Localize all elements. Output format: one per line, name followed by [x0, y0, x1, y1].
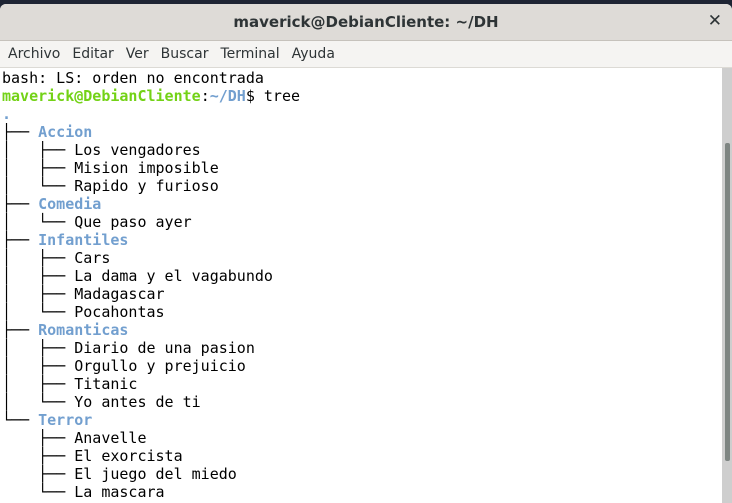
window-title: maverick@DebianCliente: ~/DH	[233, 13, 499, 31]
tree-branch: ├──	[2, 447, 75, 465]
tree-file: ├── El exorcista	[2, 447, 722, 465]
file-name: La dama y el vagabundo	[74, 267, 273, 285]
tree-file: │ ├── Mision imposible	[2, 159, 722, 177]
tree-branch: └──	[2, 411, 39, 429]
tree-branch: │ ├──	[2, 159, 75, 177]
terminal-output[interactable]: bash: LS: orden no encontrada maverick@D…	[0, 68, 722, 501]
file-name: Diario de una pasion	[74, 339, 255, 357]
tree-branch: │ └──	[2, 213, 75, 231]
menu-buscar[interactable]: Buscar	[155, 41, 215, 67]
file-name: Madagascar	[74, 285, 165, 303]
menu-archivo[interactable]: Archivo	[2, 41, 66, 67]
error-line: bash: LS: orden no encontrada	[2, 69, 264, 87]
tree-file: └── La mascara	[2, 483, 722, 501]
tree-branch: ├──	[2, 465, 75, 483]
terminal-window: maverick@DebianCliente: ~/DH ✕ Archivo E…	[0, 4, 732, 503]
tree-branch: │ ├──	[2, 357, 75, 375]
tree-directory: ├── Romanticas	[2, 321, 722, 339]
file-name: Rapido y furioso	[74, 177, 219, 195]
tree-file: ├── Anavelle	[2, 429, 722, 447]
file-name: Los vengadores	[74, 141, 201, 159]
tree-branch: ├──	[2, 321, 39, 339]
tree-file: │ └── Pocahontas	[2, 303, 722, 321]
scrollbar-thumb[interactable]	[725, 143, 730, 461]
tree-branch: │ ├──	[2, 285, 75, 303]
tree-branch: │ ├──	[2, 339, 75, 357]
tree-branch: │ └──	[2, 393, 75, 411]
tree-branch: ├──	[2, 123, 39, 141]
file-name: Que paso ayer	[74, 213, 192, 231]
directory-name: Accion	[38, 123, 93, 141]
prompt-user-host: maverick@DebianCliente	[2, 87, 201, 105]
tree-directory: ├── Infantiles	[2, 231, 722, 249]
tree-directory: └── Terror	[2, 411, 722, 429]
tree-file: │ ├── Madagascar	[2, 285, 722, 303]
menu-terminal[interactable]: Terminal	[214, 41, 285, 67]
directory-name: Romanticas	[38, 321, 129, 339]
tree-file: │ └── Yo antes de ti	[2, 393, 722, 411]
tree-directory: ├── Comedia	[2, 195, 722, 213]
tree-branch: │ └──	[2, 177, 75, 195]
directory-name: Infantiles	[38, 231, 129, 249]
menu-bar: Archivo Editar Ver Buscar Terminal Ayuda	[0, 41, 732, 68]
tree-directory: ├── Accion	[2, 123, 722, 141]
menu-editar[interactable]: Editar	[66, 41, 119, 67]
tree-file: │ ├── Orgullo y prejuicio	[2, 357, 722, 375]
prompt-command: tree	[263, 87, 301, 105]
file-name: Yo antes de ti	[74, 393, 201, 411]
tree-branch: ├──	[2, 429, 75, 447]
tree-file: │ └── Que paso ayer	[2, 213, 722, 231]
menu-ayuda[interactable]: Ayuda	[286, 41, 341, 67]
file-name: El exorcista	[74, 447, 183, 465]
file-name: Titanic	[74, 375, 138, 393]
tree-file: │ ├── Diario de una pasion	[2, 339, 722, 357]
prompt-line: maverick@DebianCliente:~/DH$ tree	[2, 87, 722, 105]
file-name: Orgullo y prejuicio	[74, 357, 246, 375]
menu-ver[interactable]: Ver	[120, 41, 155, 67]
tree-file: │ ├── Titanic	[2, 375, 722, 393]
file-name: La mascara	[74, 483, 165, 501]
file-name: Pocahontas	[74, 303, 165, 321]
prompt-path: ~/DH	[209, 87, 246, 105]
tree-branch: ├──	[2, 195, 39, 213]
tree-branch: │ ├──	[2, 249, 75, 267]
file-name: Mision imposible	[74, 159, 219, 177]
tree-root: .	[2, 105, 12, 123]
file-name: El juego del miedo	[74, 465, 237, 483]
scrollbar[interactable]	[722, 68, 732, 503]
file-name: Anavelle	[74, 429, 147, 447]
tree-branch: │ ├──	[2, 267, 75, 285]
directory-name: Terror	[38, 411, 93, 429]
tree-file: │ ├── La dama y el vagabundo	[2, 267, 722, 285]
tree-file: │ ├── Los vengadores	[2, 141, 722, 159]
prompt-symbol: $	[245, 87, 264, 105]
tree-branch: │ └──	[2, 303, 75, 321]
prompt-sep: :	[200, 87, 210, 105]
close-icon[interactable]: ✕	[708, 11, 722, 31]
tree-branch: │ ├──	[2, 141, 75, 159]
tree-file: ├── El juego del miedo	[2, 465, 722, 483]
file-name: Cars	[74, 249, 111, 267]
tree-branch: └──	[2, 483, 75, 501]
tree-file: │ └── Rapido y furioso	[2, 177, 722, 195]
directory-name: Comedia	[38, 195, 102, 213]
title-bar[interactable]: maverick@DebianCliente: ~/DH ✕	[0, 4, 732, 41]
tree-branch: │ ├──	[2, 375, 75, 393]
tree-file: │ ├── Cars	[2, 249, 722, 267]
tree-branch: ├──	[2, 231, 39, 249]
